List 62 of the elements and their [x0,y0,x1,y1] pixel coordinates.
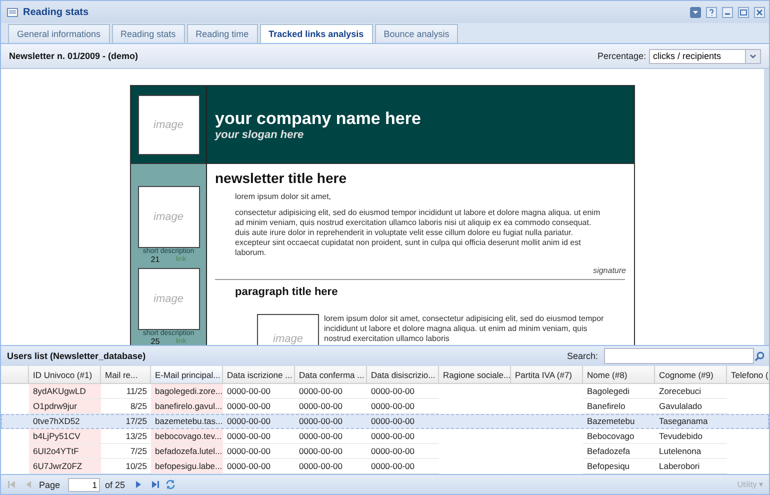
paragraph-title: paragraph title here [235,286,339,298]
column-header[interactable]: ID Univoco (#1) [29,366,101,384]
column-header[interactable]: Telefono ( [727,366,769,384]
image-label: image [154,293,184,305]
table-cell: banefirelo.gavul... [151,399,223,414]
table-cell: 6UI2o4YTtF [29,444,101,459]
table-cell: bagolegedi.zore... [151,384,223,399]
column-header[interactable]: Cognome (#9) [655,366,727,384]
search-field[interactable] [604,348,754,364]
company-name: your company name here [215,108,422,128]
dropdown-icon[interactable] [745,50,760,62]
percentage-select[interactable]: clicks / recipients [649,48,761,64]
column-header[interactable]: E-Mail principal... [151,366,223,384]
minimize-icon[interactable] [722,6,733,18]
search-label: Search: [566,351,598,361]
tab[interactable]: Reading time [186,24,258,43]
slogan: your slogan here [215,128,305,140]
maximize-icon[interactable] [738,6,749,18]
tab[interactable]: General informations [8,24,110,43]
column-header[interactable]: Partita IVA (#7) [511,366,583,384]
table-cell: bebocovago.tev... [151,429,223,444]
image-label: image [154,211,184,223]
column-header[interactable]: Data iscrizione ... [223,366,295,384]
column-header[interactable]: Data disiscrizio... [367,366,439,384]
click-count: 25 [150,338,160,345]
greeting: lorem ipsum dolor sit amet, [235,192,332,202]
tab[interactable]: Reading stats [112,24,185,43]
table-cell: O1pdrw9jur [29,399,101,414]
newsletter-title: Newsletter n. 01/2009 - (demo) [9,51,140,61]
click-count: 21 [150,256,160,264]
page-count: of 25 [105,480,126,490]
newsletter-heading: newsletter title here [215,170,348,186]
page-field[interactable]: 1 [68,478,100,492]
column-header[interactable]: Mail re... [101,366,151,384]
column-header[interactable]: Data conferma ... [295,366,367,384]
paragraph-text: lorem ipsum dolor sit amet, consectetur adipisicing elit, sed do eiusmod tempor incididunt ut labore et dolore magna aliqua. ut enim ad minim veniam, quis nostrud exercitation ullamco laboris [324,314,604,345]
table-cell: 6U7JwrZ0FZ [29,459,101,474]
refresh-icon[interactable] [165,479,176,490]
table-cell: b4LjPy51CV [29,429,101,444]
users-list-title: Users list (Newsletter_database) [7,351,147,361]
column-header[interactable]: Ragione sociale... [439,366,511,384]
table-row[interactable]: 0tve7hXD52 17/25 bazemetebu.tas... 0000-00-00 0000-00-00 0000-00-00 Bazemetebu Taseganama [1,414,769,429]
tab[interactable]: Bounce analysis [374,24,458,43]
table-cell: befadozefa.lutel... [151,444,223,459]
tab[interactable]: Tracked links analysis [260,24,373,43]
table-cell: 8ydAKUgwLD [29,384,101,399]
search-icon[interactable] [754,350,765,362]
last-page-icon[interactable] [149,479,160,490]
image-label: image [154,118,184,130]
body-text: consectetur adipisicing elit, sed do eiusmod tempor incididunt ut labore et dolore magna aliqua. ut enim ad minim veniam, quis nostrud exercitation ullamco laboris nisi ut aliquip ex ea commodo consequat. duis aute irure dolor in reprehenderit in voluptate velit esse cillum dolore eu fugiat nulla pariatur. excepteur sint occaecat cupidatat non proident, sunt in culpa qui officia deserunt mollit anim id est laborum. [235,208,602,258]
table-cell: befopesigu.labe... [151,459,223,474]
signature: signature [593,266,626,275]
window-title: Reading stats [23,6,90,18]
close-icon[interactable] [754,6,765,18]
column-header [1,366,29,384]
help-icon[interactable] [706,6,717,18]
column-header[interactable]: Nome (#8) [583,366,655,384]
window-icon [7,6,18,18]
page-label: Page [39,480,60,490]
percentage-label: Percentage: [597,51,646,61]
dropdown-icon[interactable] [690,6,701,18]
image-label: image [273,333,303,345]
